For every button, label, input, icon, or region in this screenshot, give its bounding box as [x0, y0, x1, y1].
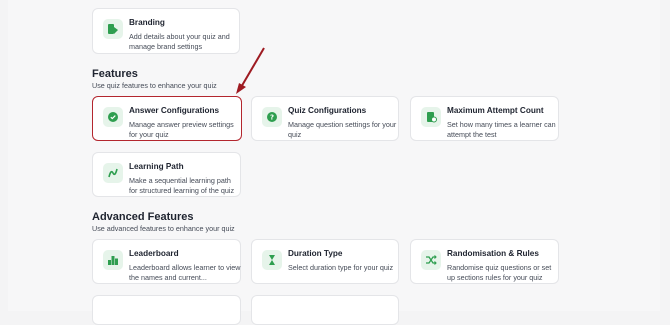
quiz-chat-icon: ?	[262, 107, 282, 127]
learning-path-icon	[103, 163, 123, 183]
hourglass-icon	[262, 250, 282, 270]
leaderboard-desc: Leaderboard allows learner to view the n…	[129, 263, 241, 282]
maximum-attempt-count-desc: Set how many times a learner can attempt…	[447, 120, 556, 139]
svg-text:?: ?	[270, 113, 274, 121]
branding-icon	[103, 19, 123, 39]
answer-chat-icon	[103, 107, 123, 127]
randomisation-rules-desc: Randomise quiz questions or set up secti…	[447, 263, 552, 282]
advanced-features-heading: Advanced Features	[92, 211, 194, 223]
features-heading: Features	[92, 68, 138, 80]
duration-type-card[interactable]: Duration Type Select duration type for y…	[251, 239, 399, 284]
next-card-partial-2[interactable]	[251, 295, 399, 325]
annotation-arrow	[236, 47, 265, 94]
maximum-attempt-count-card[interactable]: Maximum Attempt Count Set how many times…	[410, 96, 559, 141]
randomisation-rules-card[interactable]: Randomisation & Rules Randomise quiz que…	[410, 239, 559, 284]
duration-type-desc: Select duration type for your quiz	[288, 263, 394, 272]
maximum-attempt-count-title: Maximum Attempt Count	[447, 106, 544, 115]
answer-configurations-title: Answer Configurations	[129, 106, 220, 115]
next-card-partial-1[interactable]	[92, 295, 241, 325]
randomisation-rules-title: Randomisation & Rules	[447, 249, 539, 258]
quiz-configurations-title: Quiz Configurations	[288, 106, 367, 115]
branding-desc: Add details about your quiz and manage b…	[129, 32, 230, 51]
learning-path-card[interactable]: Learning Path Make a sequential learning…	[92, 152, 241, 197]
quiz-configurations-desc: Manage question settings for your quiz	[288, 120, 397, 139]
attempt-count-icon	[421, 107, 441, 127]
advanced-features-subtitle: Use advanced features to enhance your qu…	[92, 224, 235, 233]
learning-path-desc: Make a sequential learning path for stru…	[129, 176, 235, 195]
leaderboard-title: Leaderboard	[129, 249, 179, 258]
learning-path-title: Learning Path	[129, 162, 184, 171]
branding-card[interactable]: Branding Add details about your quiz and…	[92, 8, 240, 54]
quiz-configurations-card[interactable]: ? Quiz Configurations Manage question se…	[251, 96, 399, 141]
branding-title: Branding	[129, 18, 165, 27]
answer-configurations-desc: Manage answer preview settings for your …	[129, 120, 234, 139]
answer-configurations-card[interactable]: Answer Configurations Manage answer prev…	[92, 96, 242, 141]
duration-type-title: Duration Type	[288, 249, 343, 258]
shuffle-icon	[421, 250, 441, 270]
leaderboard-card[interactable]: Leaderboard Leaderboard allows learner t…	[92, 239, 241, 284]
leaderboard-icon	[103, 250, 123, 270]
features-subtitle: Use quiz features to enhance your quiz	[92, 81, 217, 90]
